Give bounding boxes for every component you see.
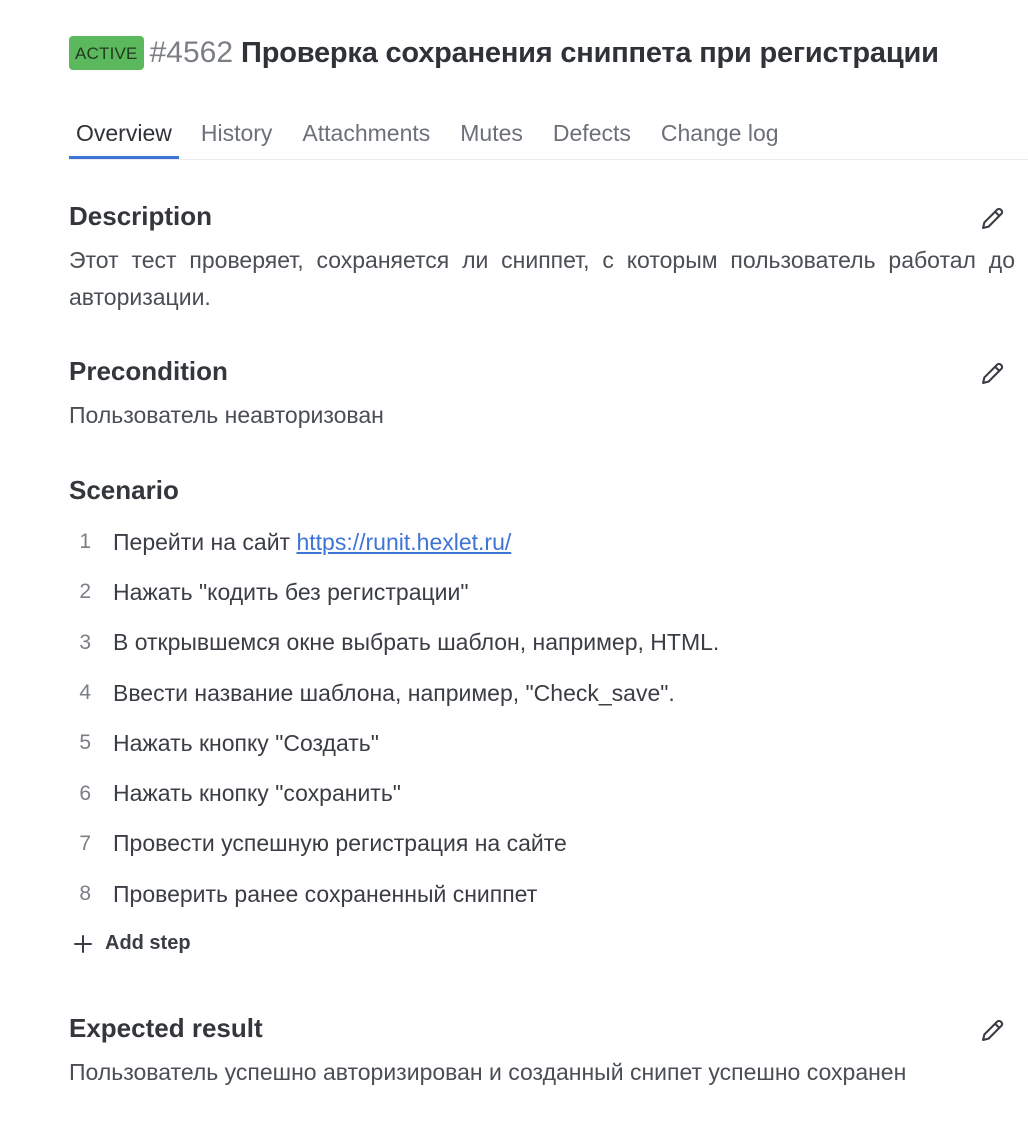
scenario-step[interactable]: 3 В открывшемся окне выбрать шаблон, нап…	[69, 618, 1009, 668]
pencil-icon	[982, 1019, 1004, 1041]
scenario-step[interactable]: 2 Нажать "кодить без регистрации"	[69, 567, 1009, 617]
scenario-step[interactable]: 1 Перейти на сайт https://runit.hexlet.r…	[69, 517, 1009, 567]
status-badge: ACTIVE	[69, 36, 144, 70]
step-number: 7	[79, 831, 91, 855]
step-number: 1	[79, 530, 91, 554]
precondition-title: Precondition	[69, 356, 228, 386]
step-text: Проверить ранее сохраненный сниппет	[113, 880, 538, 907]
expected-result-text: Пользователь успешно авторизирован и соз…	[69, 1059, 907, 1085]
pencil-icon	[982, 207, 1004, 229]
tab-bar: Overview History Attachments Mutes Defec…	[69, 108, 1028, 160]
step-number: 8	[79, 882, 91, 906]
expected-result-title: Expected result	[69, 1013, 263, 1043]
pencil-icon	[982, 362, 1004, 384]
tab-overview[interactable]: Overview	[69, 108, 179, 159]
step-number: 4	[79, 681, 91, 705]
tab-change-log[interactable]: Change log	[661, 108, 779, 158]
plus-icon	[73, 934, 93, 954]
edit-description-button[interactable]	[977, 202, 1009, 234]
scenario-step[interactable]: 5 Нажать кнопку "Создать"	[69, 718, 1009, 768]
step-text: Перейти на сайт	[113, 528, 297, 555]
description-text: Этот тест проверяет, сохраняется ли снип…	[69, 247, 1015, 310]
description-title: Description	[69, 201, 213, 231]
scenario-step[interactable]: 7 Провести успешную регистрация на сайте	[69, 819, 1009, 869]
scenario-step[interactable]: 6 Нажать кнопку "сохранить"	[69, 768, 1009, 818]
step-link[interactable]: https://runit.hexlet.ru/	[296, 529, 511, 556]
scenario-steps: 1 Перейти на сайт https://runit.hexlet.r…	[69, 517, 1009, 919]
test-case-header: ACTIVE #4562 Проверка сохранения сниппет…	[69, 34, 939, 72]
step-text: В открывшемся окне выбрать шаблон, напри…	[113, 629, 720, 656]
scenario-title: Scenario	[69, 475, 179, 505]
case-id: #4562	[149, 36, 234, 69]
step-text: Нажать кнопку "Создать"	[113, 729, 379, 756]
edit-expected-result-button[interactable]	[977, 1014, 1009, 1046]
step-text: Нажать кнопку "сохранить"	[113, 780, 401, 807]
step-text: Нажать "кодить без регистрации"	[113, 578, 469, 605]
add-step-label: Add step	[105, 932, 191, 954]
scenario-step[interactable]: 8 Проверить ранее сохраненный сниппет	[69, 869, 1009, 919]
scenario-step[interactable]: 4 Ввести название шаблона, например, "Ch…	[69, 668, 1009, 718]
step-number: 5	[79, 731, 91, 755]
step-number: 3	[79, 630, 91, 654]
step-text: Провести успешную регистрация на сайте	[113, 830, 567, 857]
tab-mutes[interactable]: Mutes	[460, 108, 523, 158]
tab-history[interactable]: History	[201, 108, 273, 158]
page-title: Проверка сохранения сниппета при регистр…	[241, 37, 939, 69]
edit-precondition-button[interactable]	[977, 357, 1009, 389]
precondition-text: Пользователь неавторизован	[69, 402, 384, 428]
tab-attachments[interactable]: Attachments	[302, 108, 430, 158]
step-number: 2	[79, 580, 91, 604]
tab-defects[interactable]: Defects	[553, 108, 631, 158]
add-step-button[interactable]: Add step	[73, 932, 191, 955]
step-number: 6	[79, 781, 91, 805]
step-text: Ввести название шаблона, например, "Chec…	[113, 679, 675, 706]
